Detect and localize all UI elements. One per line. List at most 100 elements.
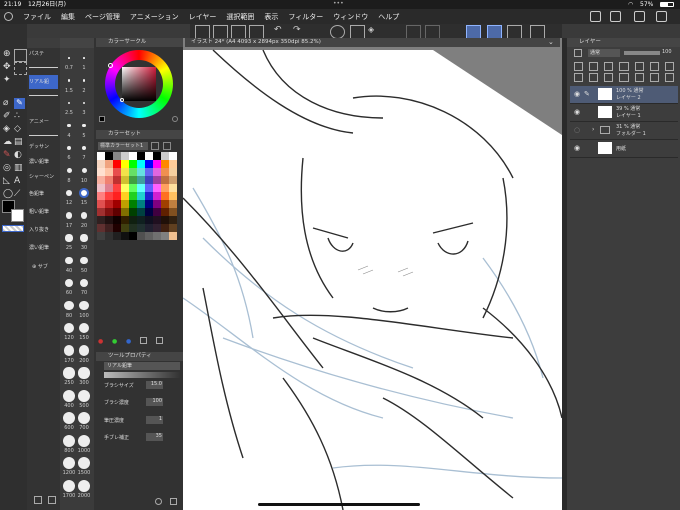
color-swatch[interactable]: [161, 152, 169, 160]
color-swatch[interactable]: [105, 168, 113, 176]
color-swatch[interactable]: [97, 224, 105, 232]
redo-icon[interactable]: ↷: [293, 25, 306, 37]
brush-size-preview[interactable]: [80, 212, 88, 219]
color-swatch[interactable]: [129, 232, 137, 240]
layer-row-selected[interactable]: ◉ ✎ 100 % 通常 レイヤー 2: [570, 86, 678, 104]
color-add-icon[interactable]: [140, 337, 147, 344]
app-logo-icon[interactable]: [4, 12, 13, 21]
color-swatch[interactable]: [169, 208, 177, 216]
brush-size-preview[interactable]: [63, 367, 75, 379]
subtool-item[interactable]: 濃い鉛筆: [29, 241, 58, 255]
color-swatch[interactable]: [161, 216, 169, 224]
color-swatch[interactable]: [161, 208, 169, 216]
subtool-item[interactable]: 濃い鉛筆: [29, 155, 58, 169]
color-swatch[interactable]: [145, 184, 153, 192]
color-swatch[interactable]: [121, 216, 129, 224]
clip-icon[interactable]: [589, 62, 599, 71]
color-swatch[interactable]: [105, 160, 113, 168]
brush-size-preview[interactable]: [63, 389, 75, 402]
window-icon[interactable]: [656, 11, 667, 22]
color-swatch[interactable]: [145, 160, 153, 168]
brush-size-preview[interactable]: [80, 234, 88, 242]
prop-stabilization-value[interactable]: 35: [146, 433, 163, 441]
color-swatch[interactable]: [97, 216, 105, 224]
brush-size-preview[interactable]: [64, 323, 74, 333]
color-swatch[interactable]: [145, 192, 153, 200]
brush-size-preview[interactable]: [63, 479, 75, 492]
color-swatch[interactable]: [121, 176, 129, 184]
prop-density-value[interactable]: 100: [146, 398, 163, 406]
color-swatch[interactable]: [137, 160, 145, 168]
color-swatch[interactable]: [121, 192, 129, 200]
color-swatch[interactable]: [153, 216, 161, 224]
layer-row-paper[interactable]: ◉ 用紙: [570, 140, 678, 158]
fill-bucket-icon[interactable]: ◐: [14, 150, 25, 161]
color-swatch[interactable]: [97, 160, 105, 168]
eye-icon[interactable]: ◉: [574, 90, 580, 98]
eraser-icon[interactable]: ◇: [14, 124, 25, 135]
prop-brush-size-value[interactable]: 15.0: [146, 381, 163, 389]
color-swatch[interactable]: [145, 208, 153, 216]
save-icon[interactable]: [231, 25, 246, 39]
lock-icon[interactable]: [574, 62, 584, 71]
snap-icon[interactable]: [487, 25, 502, 39]
subtool-item-selected[interactable]: リアル鉛: [29, 75, 58, 89]
color-swatch[interactable]: [113, 176, 121, 184]
color-swatch[interactable]: [153, 176, 161, 184]
brush-size-preview[interactable]: [64, 300, 74, 311]
subtool-item[interactable]: 粗い鉛筆: [29, 205, 58, 219]
color-swatch[interactable]: [153, 160, 161, 168]
color-wheel[interactable]: [105, 50, 173, 118]
brush-size-preview[interactable]: [67, 123, 71, 128]
color-swatch[interactable]: [105, 232, 113, 240]
color-swatch[interactable]: [129, 152, 137, 160]
color-swatch[interactable]: [129, 176, 137, 184]
brush-size-preview[interactable]: [82, 123, 86, 128]
hue-marker[interactable]: [108, 63, 113, 68]
color-swatch[interactable]: [105, 176, 113, 184]
subtool-item[interactable]: アニメー: [29, 115, 58, 129]
color-swatch[interactable]: [121, 152, 129, 160]
color-settings-icon[interactable]: [172, 116, 178, 122]
fill-icon[interactable]: ◈: [368, 25, 381, 37]
folder-icon[interactable]: [213, 25, 228, 39]
color-swatch[interactable]: [169, 160, 177, 168]
color-swatch[interactable]: [145, 232, 153, 240]
menu-edit[interactable]: 編集: [56, 12, 80, 22]
color-swatch[interactable]: [145, 176, 153, 184]
brush-size-preview[interactable]: [67, 79, 71, 82]
color-swatch[interactable]: [105, 184, 113, 192]
color-swatch[interactable]: [161, 224, 169, 232]
eye-icon[interactable]: ○: [574, 126, 580, 134]
eye-icon[interactable]: ◉: [574, 144, 580, 152]
edit-icon[interactable]: [530, 25, 545, 39]
share-icon[interactable]: [634, 11, 645, 22]
brush-size-preview[interactable]: [78, 457, 90, 469]
value-marker[interactable]: [120, 98, 124, 102]
color-swatch[interactable]: [113, 232, 121, 240]
menu-file[interactable]: ファイル: [18, 12, 56, 22]
color-swatch[interactable]: [105, 208, 113, 216]
color-swatch[interactable]: [97, 232, 105, 240]
brush-size-preview[interactable]: [78, 479, 90, 492]
brush-size-preview[interactable]: [63, 434, 75, 447]
color-swatch[interactable]: [153, 208, 161, 216]
new-raster-icon[interactable]: [574, 73, 584, 82]
color-swatch[interactable]: [129, 192, 137, 200]
color-swatch[interactable]: [169, 176, 177, 184]
color-swatch[interactable]: [153, 232, 161, 240]
canvas-area[interactable]: [183, 38, 562, 510]
color-swatch[interactable]: [145, 224, 153, 232]
subtool-item[interactable]: パステ: [29, 47, 58, 61]
color-swatch[interactable]: [145, 152, 153, 160]
color-swatch[interactable]: [121, 168, 129, 176]
marker-icon[interactable]: ✎: [3, 150, 14, 161]
eye-icon[interactable]: ◉: [574, 108, 580, 116]
color-swatch[interactable]: [153, 224, 161, 232]
saturation-square[interactable]: [122, 67, 156, 101]
color-main-indicator[interactable]: [99, 116, 105, 122]
color-swatch[interactable]: [113, 152, 121, 160]
new-folder-icon[interactable]: [604, 73, 614, 82]
new-vector-icon[interactable]: [589, 73, 599, 82]
brush-size-preview[interactable]: [79, 188, 89, 198]
